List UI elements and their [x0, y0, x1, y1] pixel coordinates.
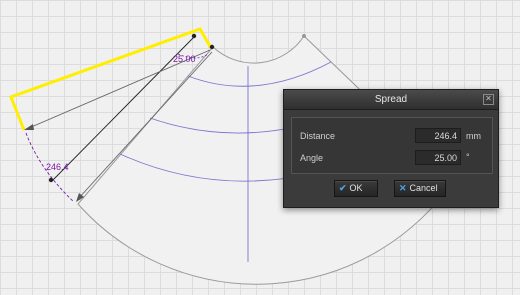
- vertex-point[interactable]: [302, 34, 306, 38]
- angle-label: Angle: [300, 153, 324, 163]
- distance-unit: mm: [466, 131, 481, 141]
- angle-field[interactable]: 25.00: [415, 150, 461, 165]
- vertex-point[interactable]: [48, 177, 54, 183]
- ok-button[interactable]: ✔ OK: [334, 180, 378, 197]
- close-icon[interactable]: ✕: [483, 94, 494, 105]
- cancel-label: Cancel: [409, 183, 438, 193]
- x-icon: ✕: [399, 183, 407, 193]
- ok-label: OK: [349, 183, 363, 193]
- vertex-point[interactable]: [209, 44, 215, 50]
- angle-dimension-label: 25.00: [173, 54, 196, 64]
- parameters-panel: Distance 246.4 mm Angle 25.00 °: [291, 117, 493, 174]
- distance-label: Distance: [300, 131, 336, 141]
- distance-field[interactable]: 246.4: [415, 128, 461, 143]
- angle-unit: °: [466, 152, 470, 162]
- dialog-titlebar[interactable]: Spread ✕: [284, 90, 498, 110]
- cancel-button[interactable]: ✕ Cancel: [394, 180, 446, 197]
- distance-dimension-label: 246.4: [46, 162, 69, 172]
- vertex-point[interactable]: [191, 33, 197, 39]
- spread-dialog: Spread ✕ Distance 246.4 mm Angle 25.00 °…: [283, 89, 499, 208]
- check-icon: ✔: [339, 183, 347, 193]
- guide-arrowhead-1: [24, 124, 34, 130]
- dialog-title: Spread: [374, 94, 408, 105]
